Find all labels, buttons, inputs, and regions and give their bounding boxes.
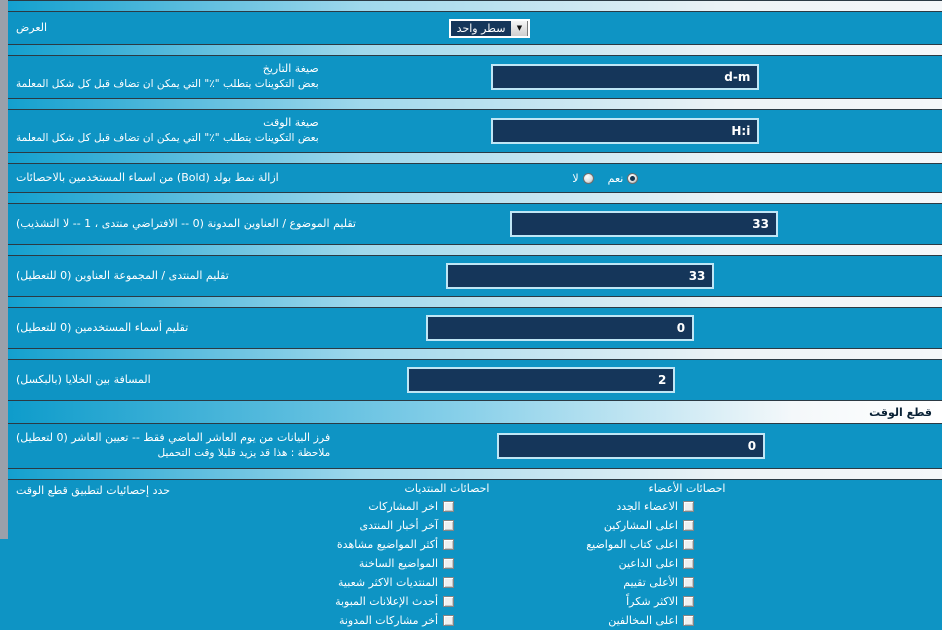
select-stats-label: حدد إحصائيات لتطبيق قطع الوقت bbox=[16, 484, 171, 497]
separator bbox=[8, 98, 942, 110]
separator bbox=[8, 152, 942, 164]
row-trim-usernames: تقليم أسماء المستخدمين (0 للتعطيل) bbox=[8, 308, 942, 348]
separator bbox=[8, 296, 942, 308]
list-item[interactable]: أحدث الإعلانات المبوبة bbox=[332, 592, 562, 611]
row-time-format: صيغة الوقت بعض التكوينات يتطلب "٪" التي … bbox=[8, 110, 942, 152]
cutoff-label: فرز البيانات من يوم العاشر الماضي فقط --… bbox=[16, 431, 331, 460]
row-trim-thread-titles: تقليم الموضوع / العناوين المدونة (0 -- ا… bbox=[8, 204, 942, 244]
separator bbox=[8, 348, 942, 360]
time-format-label: صيغة الوقت بعض التكوينات يتطلب "٪" التي … bbox=[16, 116, 319, 145]
radio-icon-no[interactable] bbox=[582, 172, 594, 184]
list-item[interactable]: الأعلى تقييم bbox=[572, 573, 802, 592]
trim-thread-titles-cell bbox=[356, 211, 932, 237]
row-cutoff: فرز البيانات من يوم العاشر الماضي فقط --… bbox=[8, 424, 942, 468]
cell-spacing-label: المسافة بين الخلايا (بالبكسل) bbox=[16, 373, 151, 387]
stats-column-forums: احصائات المنتديات اخر المشاركات آخر أخبا… bbox=[332, 482, 562, 630]
cell-spacing-cell bbox=[151, 367, 932, 393]
date-format-cell bbox=[319, 64, 932, 90]
checkbox-icon[interactable] bbox=[443, 539, 454, 550]
radio-icon-yes[interactable] bbox=[627, 172, 639, 184]
row-trim-forum-titles: تقليم المنتدى / المجموعة العناوين (0 للت… bbox=[8, 256, 942, 296]
list-item[interactable]: المنتديات الاكثر شعبية bbox=[332, 573, 562, 592]
separator bbox=[8, 244, 942, 256]
row-cell-spacing: المسافة بين الخلايا (بالبكسل) bbox=[8, 360, 942, 400]
remove-bold-cell: نعم لا bbox=[279, 172, 932, 185]
stats-column-forums-title: احصائات المنتديات bbox=[404, 482, 490, 495]
list-item[interactable]: آخر أخبار المنتدى bbox=[332, 516, 562, 535]
list-item[interactable]: أكثر المواضيع مشاهدة bbox=[332, 535, 562, 554]
trim-forum-titles-label: تقليم المنتدى / المجموعة العناوين (0 للت… bbox=[16, 269, 229, 283]
separator bbox=[8, 468, 942, 480]
list-item[interactable]: اعلى الداعين bbox=[572, 554, 802, 573]
display-select-value: سطر واحد bbox=[456, 21, 506, 35]
checkbox-icon[interactable] bbox=[683, 520, 694, 531]
separator bbox=[8, 192, 942, 204]
trim-forum-titles-cell bbox=[229, 263, 932, 289]
row-remove-bold: نعم لا ازالة نمط بولد (Bold) من اسماء ال… bbox=[8, 164, 942, 192]
select-stats-columns: احصائات الأعضاء الاعضاء الجدد اعلى المشا… bbox=[170, 482, 932, 630]
remove-bold-label: ازالة نمط بولد (Bold) من اسماء المستخدمي… bbox=[16, 171, 279, 185]
display-label: العرض bbox=[16, 21, 48, 35]
checkbox-icon[interactable] bbox=[683, 539, 694, 550]
checkbox-icon[interactable] bbox=[683, 615, 694, 626]
section-header-timeout: قطع الوقت bbox=[8, 400, 942, 424]
checkbox-icon[interactable] bbox=[443, 577, 454, 588]
separator bbox=[8, 44, 942, 56]
list-item[interactable]: الاعضاء الجدد bbox=[572, 497, 802, 516]
display-select[interactable]: ▼ سطر واحد bbox=[448, 18, 531, 38]
section-header-timeout-text: قطع الوقت bbox=[869, 405, 932, 419]
cell-spacing-input[interactable] bbox=[407, 367, 676, 393]
radio-option-no[interactable]: لا bbox=[572, 171, 594, 185]
checkbox-icon[interactable] bbox=[443, 501, 454, 512]
cutoff-input[interactable] bbox=[497, 433, 766, 459]
separator bbox=[8, 0, 942, 12]
chevron-down-icon[interactable]: ▼ bbox=[511, 20, 529, 36]
list-item[interactable]: أخر مشاركات المدونة bbox=[332, 611, 562, 630]
time-format-cell bbox=[319, 118, 932, 144]
trim-forum-titles-input[interactable] bbox=[446, 263, 715, 289]
date-format-label: صيغة التاريخ بعض التكوينات يتطلب "٪" الت… bbox=[16, 62, 319, 91]
remove-bold-radio-group: نعم لا bbox=[572, 171, 639, 185]
checkbox-icon[interactable] bbox=[443, 558, 454, 569]
checkbox-icon[interactable] bbox=[443, 520, 454, 531]
display-select-cell: ▼ سطر واحد bbox=[47, 18, 932, 38]
row-date-format: صيغة التاريخ بعض التكوينات يتطلب "٪" الت… bbox=[8, 56, 942, 98]
trim-usernames-input[interactable] bbox=[426, 315, 695, 341]
list-item[interactable]: اعلى المشاركين bbox=[572, 516, 802, 535]
stats-column-members: احصائات الأعضاء الاعضاء الجدد اعلى المشا… bbox=[572, 482, 802, 630]
checkbox-icon[interactable] bbox=[683, 596, 694, 607]
row-display: ▼ سطر واحد العرض bbox=[8, 12, 942, 44]
radio-option-yes[interactable]: نعم bbox=[608, 172, 639, 185]
settings-page: ▼ سطر واحد العرض صيغة التاريخ بعض التكوي… bbox=[0, 0, 942, 627]
trim-thread-titles-label: تقليم الموضوع / العناوين المدونة (0 -- ا… bbox=[16, 217, 356, 231]
list-item[interactable]: المواضيع الساخنة bbox=[332, 554, 562, 573]
checkbox-icon[interactable] bbox=[683, 501, 694, 512]
checkbox-icon[interactable] bbox=[683, 558, 694, 569]
checkbox-icon[interactable] bbox=[443, 596, 454, 607]
list-item[interactable]: اخر المشاركات bbox=[332, 497, 562, 516]
trim-thread-titles-input[interactable] bbox=[510, 211, 778, 237]
radio-label-yes: نعم bbox=[607, 171, 624, 185]
stats-column-members-title: احصائات الأعضاء bbox=[648, 482, 726, 495]
trim-usernames-label: تقليم أسماء المستخدمين (0 للتعطيل) bbox=[16, 321, 189, 335]
list-item[interactable]: الاكثر شكراً bbox=[572, 592, 802, 611]
list-item[interactable]: اعلى المخالفين bbox=[572, 611, 802, 630]
date-format-input[interactable] bbox=[491, 64, 760, 90]
trim-usernames-cell bbox=[188, 315, 932, 341]
checkbox-icon[interactable] bbox=[443, 615, 454, 626]
cutoff-cell bbox=[330, 433, 932, 459]
select-stats-block: احصائات الأعضاء الاعضاء الجدد اعلى المشا… bbox=[8, 480, 942, 630]
time-format-input[interactable] bbox=[491, 118, 760, 144]
list-item[interactable]: اعلى كتاب المواضيع bbox=[572, 535, 802, 554]
checkbox-icon[interactable] bbox=[683, 577, 694, 588]
radio-label-no: لا bbox=[572, 171, 579, 185]
